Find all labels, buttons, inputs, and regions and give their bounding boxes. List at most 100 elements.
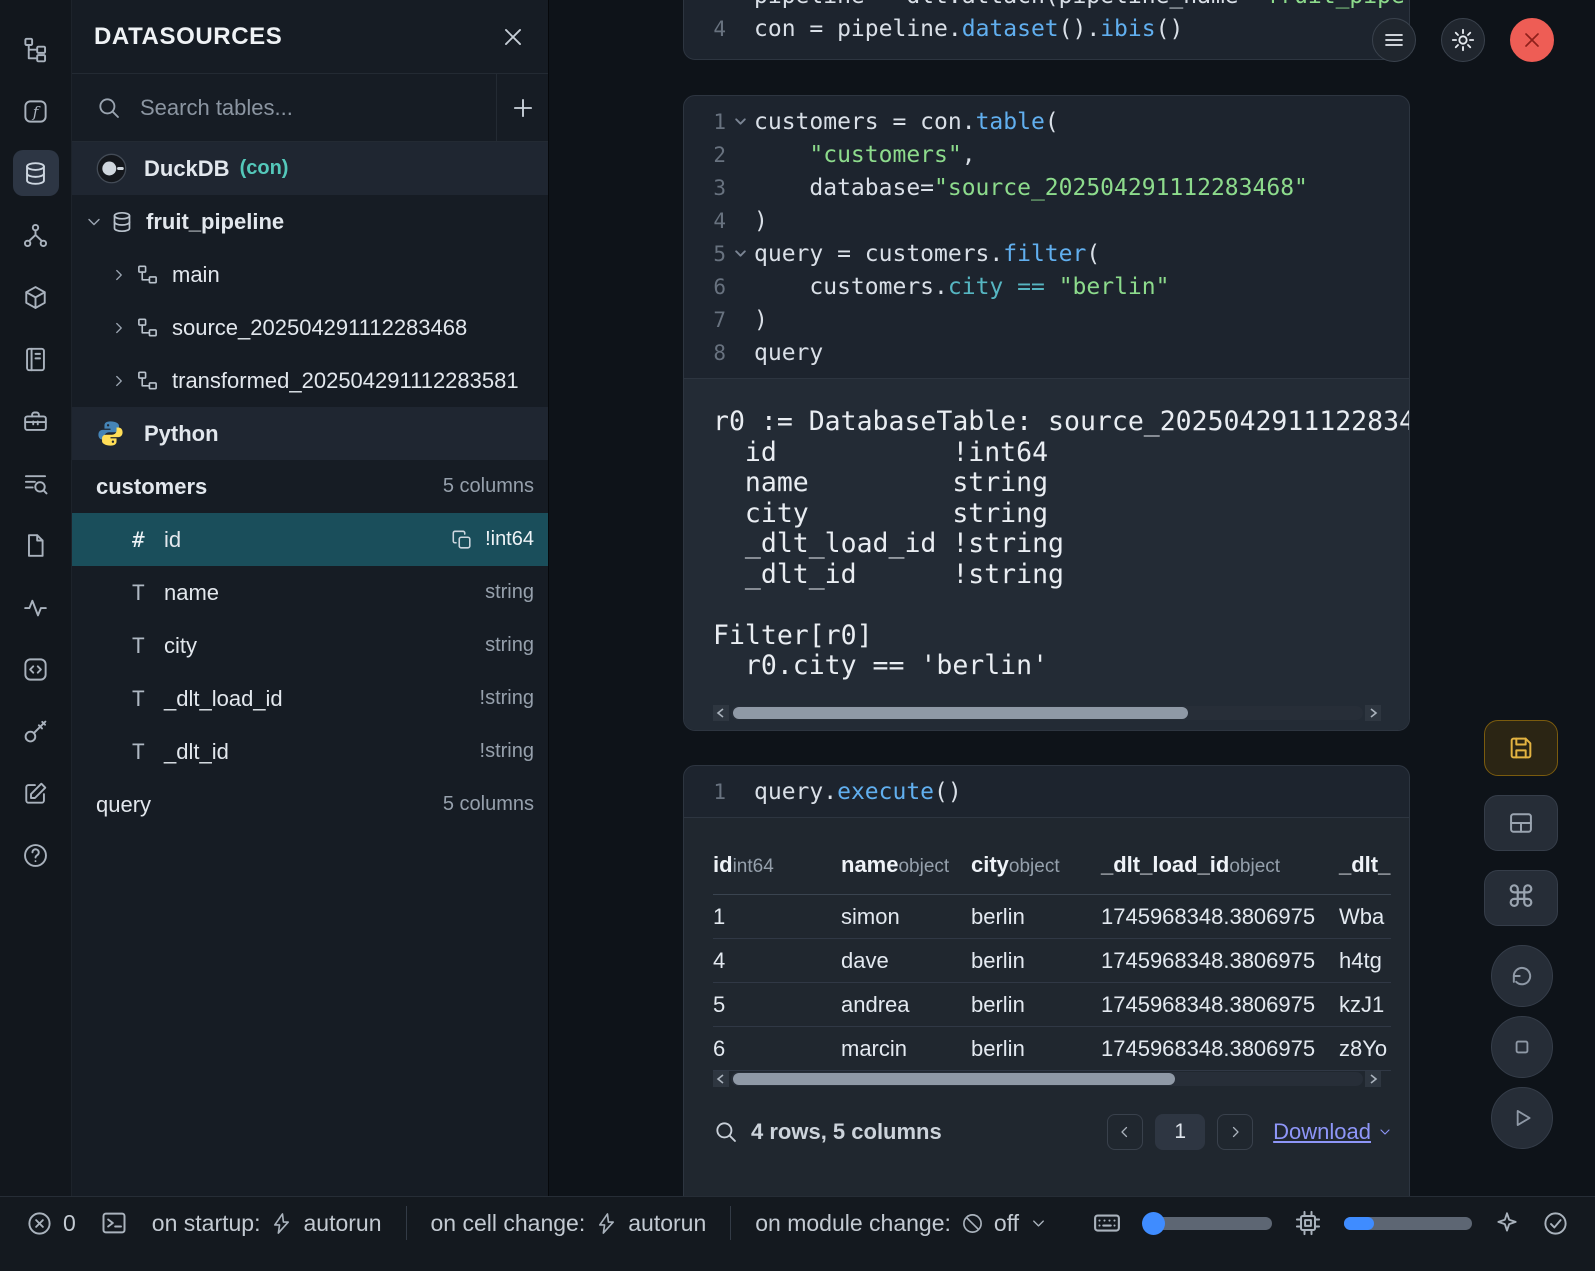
- scrollbar-thumb[interactable]: [733, 1073, 1175, 1085]
- nav-notebook[interactable]: [13, 336, 59, 382]
- table-column-header[interactable]: _dlt_load_idobject: [1101, 852, 1339, 878]
- next-page-button[interactable]: [1217, 1114, 1253, 1150]
- layout-button[interactable]: [1484, 795, 1558, 851]
- menu-button[interactable]: [1372, 18, 1416, 62]
- table-row[interactable]: 6marcinberlin1745968348.3806975z8Yo: [713, 1027, 1391, 1071]
- column-type: !string: [480, 687, 534, 710]
- command-palette-button[interactable]: ⌘: [1484, 870, 1558, 926]
- download-link[interactable]: Download: [1273, 1119, 1393, 1145]
- section-python[interactable]: Python: [72, 407, 548, 460]
- keyboard-icon[interactable]: [1092, 1208, 1122, 1238]
- nav-dependencies[interactable]: [13, 212, 59, 258]
- package-icon: [22, 284, 49, 311]
- setting-on-startup[interactable]: on startup: autorun: [152, 1210, 382, 1237]
- close-panel-button[interactable]: [500, 24, 526, 50]
- nav-snippets[interactable]: [13, 646, 59, 692]
- setting-on-module-change[interactable]: on module change: off: [755, 1210, 1048, 1237]
- nav-scratchpad[interactable]: [13, 770, 59, 816]
- column-row-dlt-id[interactable]: T _dlt_id !string: [72, 725, 548, 778]
- terminal-button[interactable]: [100, 1209, 128, 1237]
- column-row-id[interactable]: # id !int64: [72, 513, 548, 566]
- column-row-city[interactable]: T city string: [72, 619, 548, 672]
- status-ok-icon[interactable]: [1542, 1210, 1569, 1237]
- error-indicator[interactable]: 0: [26, 1210, 76, 1237]
- column-row-dlt-load-id[interactable]: T _dlt_load_id !string: [72, 672, 548, 725]
- cpu-meter[interactable]: [1344, 1217, 1472, 1230]
- nav-secrets[interactable]: [13, 708, 59, 754]
- column-row-name[interactable]: T name string: [72, 566, 548, 619]
- chevron-down-icon: [1377, 1124, 1393, 1140]
- table-header-query[interactable]: query 5 columns: [72, 778, 548, 831]
- nav-datasources[interactable]: [13, 150, 59, 196]
- setting-on-cell-change[interactable]: on cell change: autorun: [431, 1210, 707, 1237]
- code-editor[interactable]: 1query.execute(): [684, 766, 1409, 817]
- schema-item[interactable]: source_202504291112283468: [72, 301, 548, 354]
- settings-button[interactable]: [1441, 18, 1485, 62]
- scrollbar-thumb[interactable]: [733, 707, 1188, 719]
- column-name: name: [164, 580, 219, 606]
- table-header-customers[interactable]: customers 5 columns: [72, 460, 548, 513]
- fold-icon[interactable]: [726, 247, 754, 260]
- code-line: pipeline = dlt.attach(pipeline_name="fru…: [684, 0, 1409, 12]
- copy-icon[interactable]: [451, 529, 473, 551]
- scroll-left-button[interactable]: [713, 1071, 729, 1087]
- schema-item[interactable]: main: [72, 248, 548, 301]
- notebook-area: pipeline = dlt.attach(pipeline_name="fru…: [549, 0, 1595, 1196]
- connection-name: DuckDB: [144, 156, 230, 182]
- nav-file-tree[interactable]: [13, 26, 59, 72]
- nav-packages[interactable]: [13, 274, 59, 320]
- column-type: !int64: [485, 528, 534, 551]
- table-column-header[interactable]: nameobject: [841, 852, 971, 878]
- line-number: 1: [684, 110, 726, 134]
- scroll-right-button[interactable]: [1365, 1071, 1381, 1087]
- cpu-icon[interactable]: [1294, 1209, 1322, 1237]
- nav-logs[interactable]: [13, 460, 59, 506]
- table-column-header[interactable]: _dlt_idobject: [1339, 852, 1391, 878]
- separator: [406, 1206, 407, 1240]
- horizontal-scrollbar[interactable]: [713, 1071, 1381, 1087]
- horizontal-scrollbar[interactable]: [713, 705, 1381, 721]
- run-button[interactable]: [1491, 1087, 1553, 1149]
- table-header-row: idint64 nameobject cityobject _dlt_load_…: [713, 842, 1391, 895]
- nav-functions[interactable]: f: [13, 88, 59, 134]
- code-editor[interactable]: 1customers = con.table( 2 "customers", 3…: [684, 96, 1409, 378]
- schema-label: transformed_202504291112283581: [172, 368, 519, 394]
- add-datasource-button[interactable]: [496, 74, 548, 141]
- search-input[interactable]: [140, 95, 496, 121]
- layout-icon: [1507, 809, 1535, 837]
- scroll-left-button[interactable]: [713, 705, 729, 721]
- code-cell-query[interactable]: 1customers = con.table( 2 "customers", 3…: [683, 95, 1410, 731]
- table-row[interactable]: 4daveberlin1745968348.3806975h4tg: [713, 939, 1391, 983]
- column-name: _dlt_id: [164, 739, 229, 765]
- page-indicator[interactable]: 1: [1155, 1114, 1205, 1150]
- table-column-header[interactable]: cityobject: [971, 852, 1101, 878]
- tree-item-database[interactable]: fruit_pipeline: [72, 195, 548, 248]
- undo-button[interactable]: [1491, 945, 1553, 1007]
- previous-page-button[interactable]: [1107, 1114, 1143, 1150]
- code-text: query: [754, 340, 823, 366]
- nav-toolbox[interactable]: [13, 398, 59, 444]
- save-button[interactable]: [1484, 720, 1558, 776]
- schema-item[interactable]: transformed_202504291112283581: [72, 354, 548, 407]
- command-icon: ⌘: [1506, 883, 1536, 913]
- code-cell-execute[interactable]: 1query.execute() idint64 nameobject city…: [683, 765, 1410, 1235]
- meter-fill: [1344, 1217, 1374, 1230]
- shutdown-button[interactable]: [1510, 18, 1554, 62]
- fold-icon[interactable]: [726, 115, 754, 128]
- table-row[interactable]: 1simonberlin1745968348.3806975Wba: [713, 895, 1391, 939]
- table-column-header[interactable]: idint64: [713, 852, 841, 878]
- code-cell-connection[interactable]: pipeline = dlt.attach(pipeline_name="fru…: [683, 0, 1410, 60]
- nav-help[interactable]: [13, 832, 59, 878]
- sparkle-icon[interactable]: [1494, 1210, 1520, 1236]
- function-icon: f: [22, 98, 49, 125]
- search-icon[interactable]: [713, 1119, 739, 1145]
- nav-documentation[interactable]: [13, 522, 59, 568]
- column-name: _dlt_load_id: [164, 686, 283, 712]
- nav-tracing[interactable]: [13, 584, 59, 630]
- scroll-right-button[interactable]: [1365, 705, 1381, 721]
- table-row[interactable]: 5andreaberlin1745968348.3806975kzJ1: [713, 983, 1391, 1027]
- stop-button[interactable]: [1491, 1016, 1553, 1078]
- memory-meter[interactable]: [1144, 1217, 1272, 1230]
- terminal-icon: [100, 1209, 128, 1237]
- connection-duckdb[interactable]: DuckDB (con): [72, 142, 548, 195]
